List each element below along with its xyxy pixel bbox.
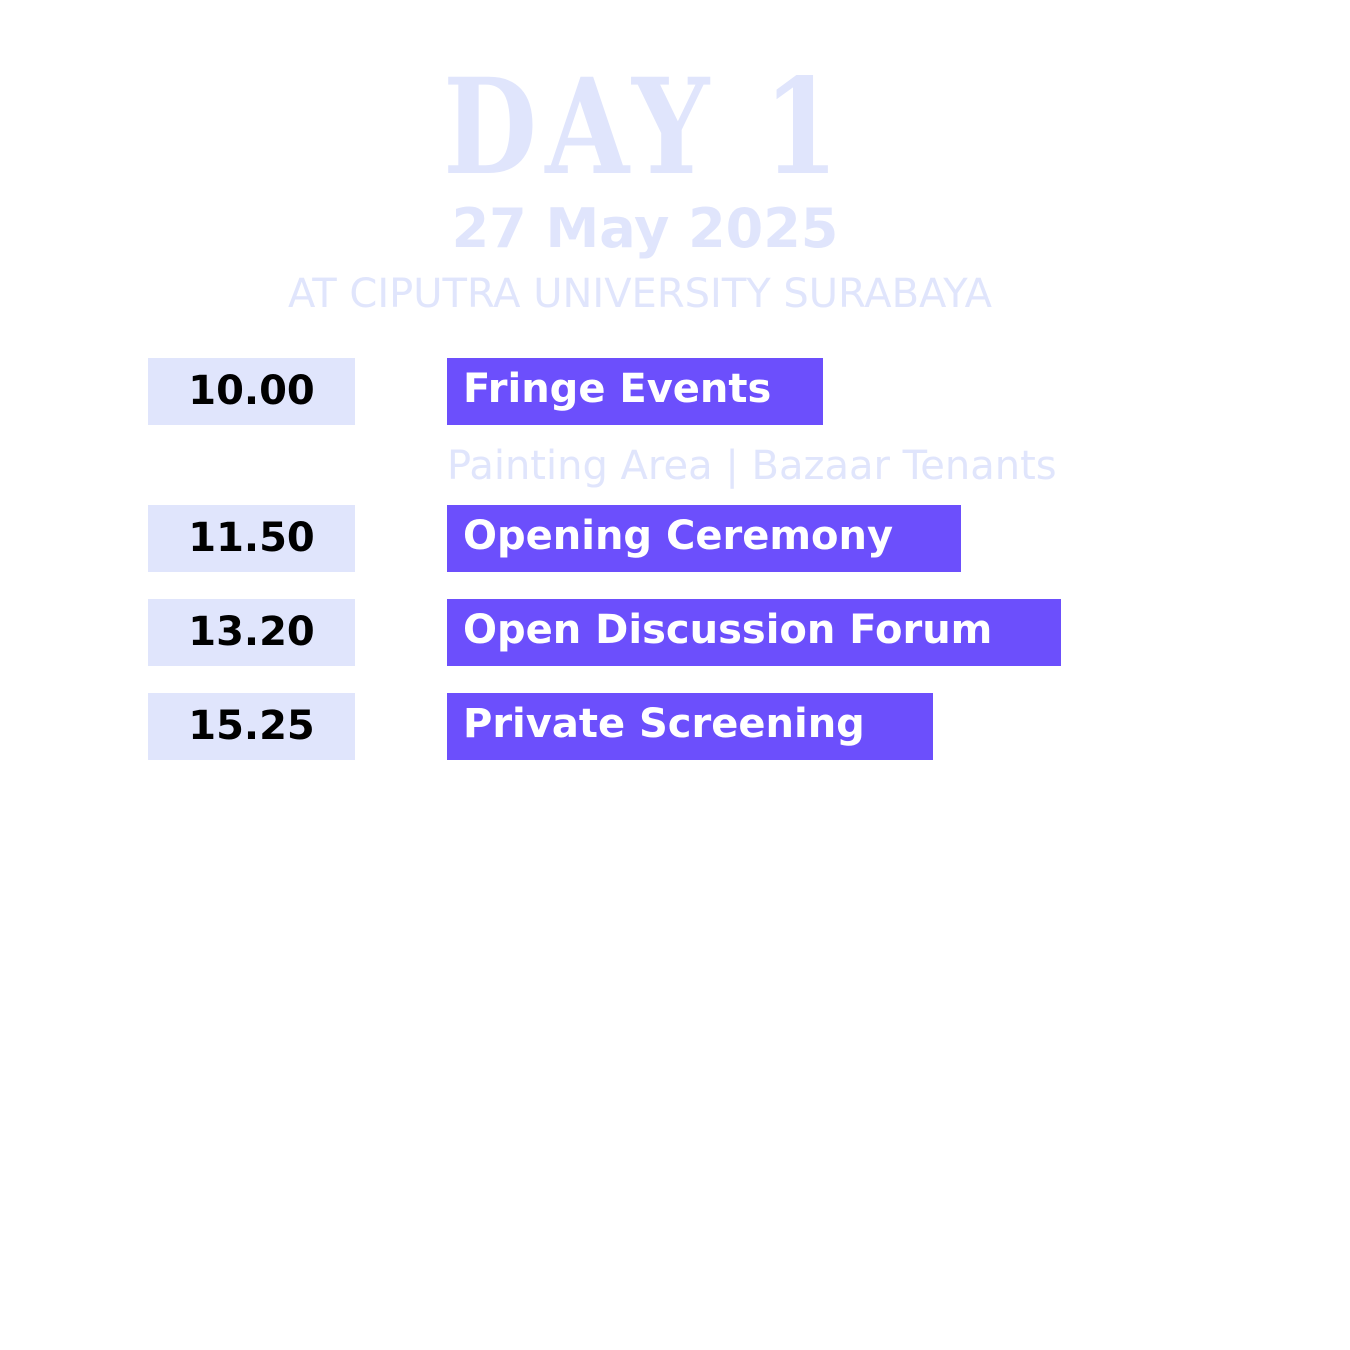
schedule-page: DAY 1 27 May 2025 AT CIPUTRA UNIVERSITY … bbox=[0, 0, 1350, 1350]
event-label-2: Opening Ceremony bbox=[447, 505, 961, 572]
event-venue: AT CIPUTRA UNIVERSITY SURABAYA bbox=[287, 271, 992, 317]
time-slot-2: 11.50 bbox=[148, 505, 355, 572]
event-note-1: Painting Area | Bazaar Tenants bbox=[447, 443, 1057, 489]
day-title: DAY 1 bbox=[443, 50, 847, 205]
time-slot-1: 10.00 bbox=[148, 358, 355, 425]
event-label-3: Open Discussion Forum bbox=[447, 599, 1061, 666]
event-label-4: Private Screening bbox=[447, 693, 933, 760]
time-slot-3: 13.20 bbox=[148, 599, 355, 666]
event-date: 27 May 2025 bbox=[451, 197, 839, 260]
event-label-1: Fringe Events bbox=[447, 358, 823, 425]
time-slot-4: 15.25 bbox=[148, 693, 355, 760]
